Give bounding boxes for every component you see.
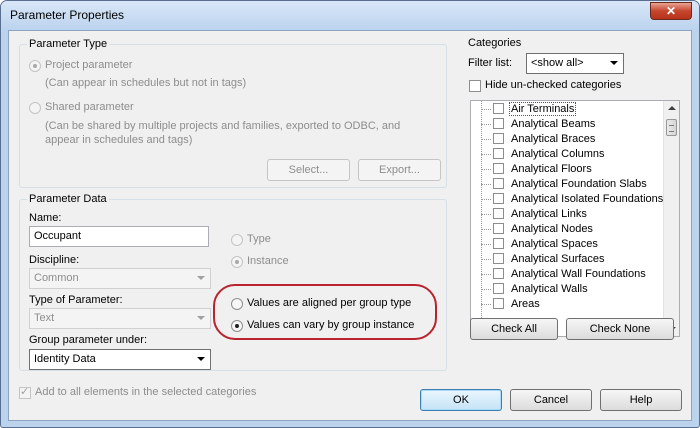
list-item[interactable]: Air Terminals xyxy=(471,102,663,117)
list-item[interactable]: Analytical Braces xyxy=(471,132,663,147)
list-item-label: Analytical Spaces xyxy=(511,238,598,250)
dialog-title: Parameter Properties xyxy=(10,8,125,22)
list-item-label: Analytical Wall Foundations xyxy=(511,268,646,280)
list-item[interactable]: Analytical Nodes xyxy=(471,222,663,237)
help-button[interactable]: Help xyxy=(600,389,682,411)
shared-parameter-hint-2: appear in schedules and tags) xyxy=(45,134,193,146)
list-item-label: Analytical Nodes xyxy=(511,223,593,235)
parameter-properties-dialog: Parameter Properties ✕ Parameter Type Pr… xyxy=(0,0,700,428)
ok-button[interactable]: OK xyxy=(420,389,502,411)
list-item-label: Analytical Columns xyxy=(511,148,605,160)
discipline-label: Discipline: xyxy=(29,254,80,266)
type-of-parameter-label: Type of Parameter: xyxy=(29,294,123,306)
list-item-label: Areas xyxy=(511,298,540,310)
list-item[interactable]: Analytical Isolated Foundations xyxy=(471,192,663,207)
filter-list-dropdown[interactable]: <show all> xyxy=(526,53,624,74)
project-parameter-hint: (Can appear in schedules but not in tags… xyxy=(45,77,247,89)
list-item-label: Analytical Surfaces xyxy=(511,253,605,265)
name-input[interactable]: Occupant xyxy=(29,226,209,247)
shared-parameter-hint-1: (Can be shared by multiple projects and … xyxy=(45,120,401,132)
dialog-body: Parameter Type Project parameter (Can ap… xyxy=(8,30,692,421)
categories-scrollbar[interactable] xyxy=(663,101,679,336)
title-bar[interactable]: Parameter Properties ✕ xyxy=(1,1,699,30)
check-all-button[interactable]: Check All xyxy=(470,318,558,340)
add-to-all-checkbox[interactable]: ✓ xyxy=(19,386,31,399)
list-item[interactable]: Analytical Links xyxy=(471,207,663,222)
list-item-label: Analytical Walls xyxy=(511,283,588,295)
type-of-parameter-dropdown[interactable]: Text xyxy=(29,308,211,329)
list-item[interactable]: Analytical Foundation Slabs xyxy=(471,177,663,192)
parameter-data-group: Parameter Data Name: Occupant Discipline… xyxy=(19,193,447,371)
filter-list-value: <show all> xyxy=(531,57,584,69)
select-button[interactable]: Select... xyxy=(267,159,350,181)
parameter-type-legend: Parameter Type xyxy=(27,38,110,50)
instance-radio[interactable] xyxy=(231,256,243,268)
type-radio[interactable] xyxy=(231,234,243,246)
scroll-thumb[interactable] xyxy=(666,119,677,136)
chevron-down-icon xyxy=(197,316,205,320)
categories-list[interactable]: Air Terminals Analytical Beams Analytica… xyxy=(470,100,680,337)
group-parameter-label: Group parameter under: xyxy=(29,334,148,346)
scroll-up-icon[interactable] xyxy=(668,106,676,110)
discipline-dropdown[interactable]: Common xyxy=(29,268,211,289)
highlight-annotation xyxy=(213,284,437,340)
list-item-label: Analytical Links xyxy=(511,208,587,220)
cancel-button[interactable]: Cancel xyxy=(510,389,592,411)
list-item[interactable]: Analytical Surfaces xyxy=(471,252,663,267)
list-item-label: Analytical Foundation Slabs xyxy=(511,178,647,190)
close-button[interactable]: ✕ xyxy=(650,2,692,20)
list-item[interactable]: Analytical Columns xyxy=(471,147,663,162)
list-item[interactable]: Analytical Walls xyxy=(471,282,663,297)
list-item[interactable]: Analytical Floors xyxy=(471,162,663,177)
list-item[interactable]: Analytical Beams xyxy=(471,117,663,132)
export-button[interactable]: Export... xyxy=(358,159,441,181)
list-item[interactable]: Areas xyxy=(471,297,663,312)
project-parameter-label: Project parameter xyxy=(45,59,133,71)
add-to-all-label: Add to all elements in the selected cate… xyxy=(35,386,257,398)
discipline-value: Common xyxy=(34,272,79,284)
filter-list-label: Filter list: xyxy=(468,57,512,69)
chevron-down-icon xyxy=(197,276,205,280)
list-item-label: Analytical Braces xyxy=(511,133,596,145)
chevron-down-icon xyxy=(610,61,618,65)
chevron-down-icon xyxy=(197,357,205,361)
list-item-label: Air Terminals xyxy=(508,102,577,116)
hide-unchecked-checkbox[interactable] xyxy=(469,80,481,92)
list-item[interactable]: Analytical Spaces xyxy=(471,237,663,252)
parameter-data-legend: Parameter Data xyxy=(27,193,109,205)
parameter-type-group: Parameter Type Project parameter (Can ap… xyxy=(19,38,447,188)
group-parameter-value: Identity Data xyxy=(34,353,96,365)
list-item-label: Analytical Isolated Foundations xyxy=(511,193,664,205)
list-item-label: Analytical Beams xyxy=(511,118,596,130)
hide-unchecked-label: Hide un-checked categories xyxy=(485,79,622,91)
shared-parameter-label: Shared parameter xyxy=(45,101,134,113)
list-item[interactable]: Analytical Wall Foundations xyxy=(471,267,663,282)
shared-parameter-radio[interactable] xyxy=(29,102,41,114)
instance-radio-label: Instance xyxy=(247,255,289,267)
check-none-button[interactable]: Check None xyxy=(566,318,674,340)
type-radio-label: Type xyxy=(247,233,271,245)
name-label: Name: xyxy=(29,212,62,224)
group-parameter-dropdown[interactable]: Identity Data xyxy=(29,349,211,370)
checkmark-icon: ✓ xyxy=(20,386,30,398)
type-of-parameter-value: Text xyxy=(34,312,55,324)
project-parameter-radio[interactable] xyxy=(29,60,41,72)
categories-legend: Categories xyxy=(466,37,524,49)
list-item-label: Analytical Floors xyxy=(511,163,592,175)
